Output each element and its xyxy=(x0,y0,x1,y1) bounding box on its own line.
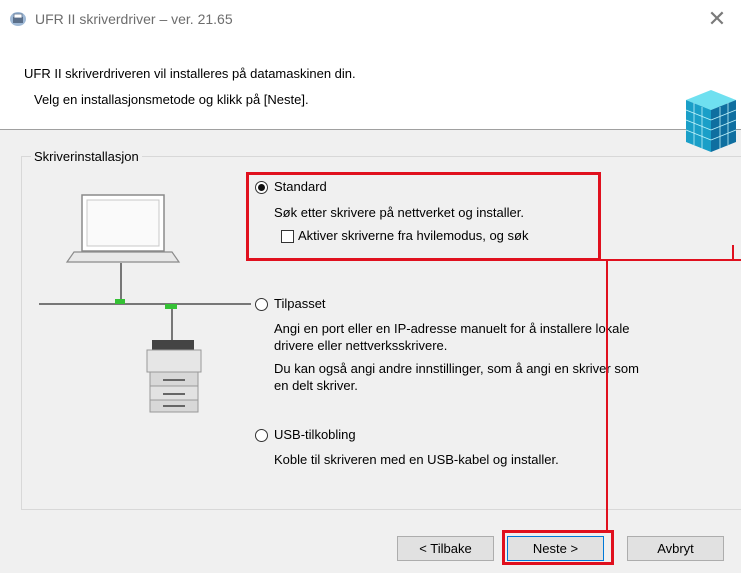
network-port-icon xyxy=(115,299,125,304)
custom-description-1: Angi en port eller en IP-adresse manuelt… xyxy=(274,321,630,336)
group-label: Skriverinstallasjon xyxy=(31,149,142,164)
header-line-2: Velg en installasjonsmetode og klikk på … xyxy=(34,92,309,107)
network-illustration xyxy=(39,194,251,413)
laptop-icon xyxy=(65,194,181,263)
connector-line xyxy=(606,260,608,530)
install-cube-icon xyxy=(685,90,737,152)
header-panel: UFR II skriverdriveren vil installeres p… xyxy=(0,40,741,152)
back-button[interactable]: < Tilbake xyxy=(397,536,494,561)
title-bar: UFR II skriverdriver – ver. 21.65 ✕ xyxy=(0,0,741,40)
custom-description-2: drivere eller nettverksskrivere. xyxy=(274,338,448,353)
custom-radio[interactable] xyxy=(255,298,268,311)
connector-line xyxy=(599,259,741,261)
window-title: UFR II skriverdriver – ver. 21.65 xyxy=(35,11,233,27)
connector-line xyxy=(732,245,734,260)
printer-icon xyxy=(146,340,202,413)
standard-highlight-box xyxy=(246,172,601,261)
network-port-icon xyxy=(165,304,177,309)
usb-radio[interactable] xyxy=(255,429,268,442)
custom-description-3: Du kan også angi andre innstillinger, so… xyxy=(274,361,639,376)
printer-driver-icon xyxy=(10,12,26,26)
next-highlight-box xyxy=(502,530,614,565)
usb-description: Koble til skriveren med en USB-kabel og … xyxy=(274,452,559,467)
close-icon[interactable]: ✕ xyxy=(705,6,729,32)
header-line-1: UFR II skriverdriveren vil installeres p… xyxy=(24,66,356,81)
usb-label[interactable]: USB-tilkobling xyxy=(274,427,356,442)
cancel-button[interactable]: Avbryt xyxy=(627,536,724,561)
installer-window: UFR II skriverdriver – ver. 21.65 ✕ UFR … xyxy=(0,0,741,573)
custom-label[interactable]: Tilpasset xyxy=(274,296,326,311)
custom-description-4: en delt skriver. xyxy=(274,378,358,393)
